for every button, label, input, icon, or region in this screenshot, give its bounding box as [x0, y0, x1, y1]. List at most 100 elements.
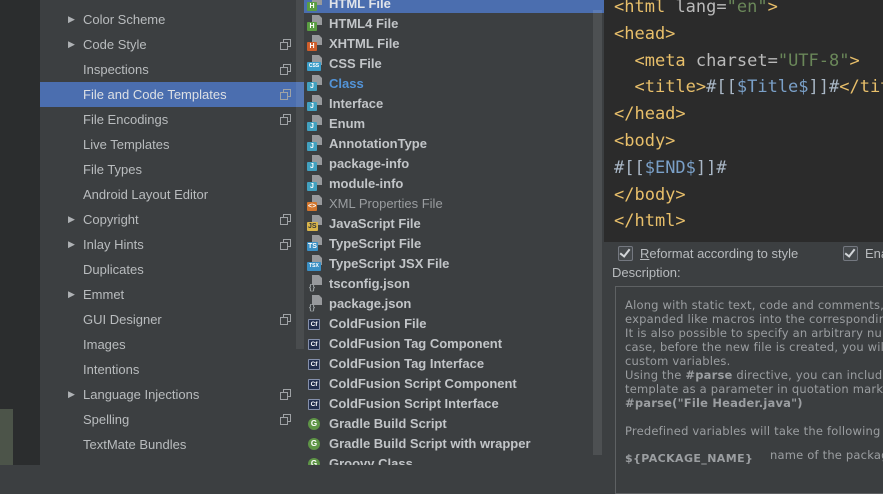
- template-list-item[interactable]: Cf ColdFusion File: [304, 313, 604, 333]
- file-type-badge: J: [307, 122, 317, 131]
- settings-tree-item[interactable]: ▶ Images: [40, 332, 304, 357]
- chevron-right-icon: ▶: [68, 240, 83, 250]
- template-list-item[interactable]: J module-info: [304, 173, 604, 193]
- template-list-item[interactable]: H HTML4 File: [304, 13, 604, 33]
- settings-tree-item-label: Spelling: [83, 412, 280, 427]
- template-list-item[interactable]: H XHTML File: [304, 33, 604, 53]
- settings-tree-item-label: Android Layout Editor: [83, 187, 280, 202]
- file-type-icon: Cf: [307, 355, 323, 371]
- settings-tree-item[interactable]: ▶ File and Code Templates: [40, 82, 304, 107]
- settings-tree-item[interactable]: ▶ Inspections: [40, 57, 304, 82]
- reformat-label: Reformat according to style: [640, 246, 798, 261]
- file-type-badge: J: [307, 82, 317, 91]
- template-name: Interface: [329, 96, 383, 111]
- template-name: HTML File: [329, 0, 391, 11]
- settings-tree-item-label: File and Code Templates: [83, 87, 280, 102]
- template-name: ColdFusion File: [329, 316, 427, 331]
- file-type-badge: Cf: [308, 359, 320, 370]
- template-name: XML Properties File: [329, 196, 443, 211]
- template-list-item[interactable]: J Class: [304, 73, 604, 93]
- variable-description: name of the packag: [770, 448, 883, 462]
- template-list-item[interactable]: Cf ColdFusion Tag Component: [304, 333, 604, 353]
- settings-tree-item[interactable]: ▶ Live Templates: [40, 132, 304, 157]
- template-list-item[interactable]: J Enum: [304, 113, 604, 133]
- template-list-item[interactable]: Cf ColdFusion Script Component: [304, 373, 604, 393]
- template-name: TypeScript JSX File: [329, 256, 449, 271]
- template-name: ColdFusion Script Component: [329, 376, 517, 391]
- settings-tree-item[interactable]: ▶ Inlay Hints: [40, 232, 304, 257]
- settings-tree-item-label: TextMate Bundles: [83, 437, 280, 452]
- settings-tree-item[interactable]: ▶ Duplicates: [40, 257, 304, 282]
- settings-tree-item[interactable]: ▶ GUI Designer: [40, 307, 304, 332]
- reformat-checkbox[interactable]: [618, 246, 633, 261]
- template-list-item[interactable]: JS JavaScript File: [304, 213, 604, 233]
- template-name: JavaScript File: [329, 216, 421, 231]
- chevron-right-icon: ▶: [68, 390, 83, 400]
- template-code-editor[interactable]: <html lang="en"><head> <meta charset="UT…: [604, 0, 883, 242]
- file-type-badge: {}: [307, 283, 317, 292]
- file-type-badge: J: [307, 182, 317, 191]
- template-list-item[interactable]: Cf ColdFusion Tag Interface: [304, 353, 604, 373]
- template-name: HTML4 File: [329, 16, 398, 31]
- template-list-item[interactable]: <> XML Properties File: [304, 193, 604, 213]
- enable-live-templates-option[interactable]: Ena: [843, 246, 883, 261]
- overridden-settings-icon: [280, 314, 291, 325]
- template-list-scrollbar-thumb[interactable]: [593, 10, 602, 455]
- template-list-item[interactable]: J package-info: [304, 153, 604, 173]
- template-name: ColdFusion Script Interface: [329, 396, 499, 411]
- file-type-badge: JS: [307, 222, 318, 231]
- chevron-right-icon: ▶: [68, 15, 83, 25]
- file-type-badge: Cf: [308, 339, 320, 350]
- settings-tree-item[interactable]: ▶ Language Injections: [40, 382, 304, 407]
- template-list-item[interactable]: CSS CSS File: [304, 53, 604, 73]
- settings-tree-item-label: Intentions: [83, 362, 280, 377]
- file-type-badge: <>: [307, 202, 317, 211]
- window-edge-strip: [0, 0, 40, 465]
- settings-tree-item-label: Language Injections: [83, 387, 280, 402]
- enable-live-templates-checkbox[interactable]: [843, 246, 858, 261]
- template-list-item[interactable]: J Interface: [304, 93, 604, 113]
- template-detail-panel: <html lang="en"><head> <meta charset="UT…: [604, 0, 883, 465]
- settings-tree-item[interactable]: ▶ File Types: [40, 157, 304, 182]
- template-list-item[interactable]: J AnnotationType: [304, 133, 604, 153]
- settings-tree-item[interactable]: ▶ Code Style: [40, 32, 304, 57]
- template-name: module-info: [329, 176, 403, 191]
- template-list-item[interactable]: G Groovy Class: [304, 453, 604, 465]
- file-type-icon: G: [307, 435, 323, 451]
- file-type-icon: Cf: [307, 395, 323, 411]
- template-list-item[interactable]: G Gradle Build Script with wrapper: [304, 433, 604, 453]
- template-list-item[interactable]: {} tsconfig.json: [304, 273, 604, 293]
- settings-tree-item[interactable]: ▶ Android Layout Editor: [40, 182, 304, 207]
- settings-tree-item-label: Code Style: [83, 37, 280, 52]
- settings-tree-item[interactable]: ▶ TextMate Bundles: [40, 432, 304, 457]
- template-name: Gradle Build Script with wrapper: [329, 436, 531, 451]
- settings-tree-item[interactable]: ▶ Emmet: [40, 282, 304, 307]
- settings-tree-item[interactable]: ▶ File Encodings: [40, 107, 304, 132]
- file-type-icon: H: [307, 15, 323, 31]
- settings-tree-item[interactable]: ▶ Intentions: [40, 357, 304, 382]
- file-type-icon: <>: [307, 195, 323, 211]
- description-label: Description:: [612, 265, 681, 280]
- file-type-badge: TS: [307, 242, 318, 251]
- template-list-item[interactable]: TSX TypeScript JSX File: [304, 253, 604, 273]
- file-type-icon: G: [307, 415, 323, 431]
- file-type-icon: TSX: [307, 255, 323, 271]
- template-name: TypeScript File: [329, 236, 421, 251]
- file-type-icon: J: [307, 135, 323, 151]
- settings-tree: ▶ Color Scheme ▶ Code Style ▶ Inspection…: [40, 0, 304, 465]
- template-list-item[interactable]: H HTML File: [304, 0, 604, 13]
- template-list-item[interactable]: G Gradle Build Script: [304, 413, 604, 433]
- variable-name: ${PACKAGE_NAME}: [625, 452, 753, 465]
- file-type-icon: G: [307, 455, 323, 465]
- settings-tree-item[interactable]: ▶ Spelling: [40, 407, 304, 432]
- reformat-option[interactable]: Reformat according to style: [618, 246, 798, 261]
- template-list-item[interactable]: Cf ColdFusion Script Interface: [304, 393, 604, 413]
- template-list-item[interactable]: TS TypeScript File: [304, 233, 604, 253]
- file-templates-list: H HTML File H HTML4 File H XHTML File: [304, 0, 604, 465]
- file-type-badge: Cf: [308, 379, 320, 390]
- file-type-badge: G: [308, 418, 320, 430]
- settings-tree-item-label: Live Templates: [83, 137, 280, 152]
- template-list-item[interactable]: {} package.json: [304, 293, 604, 313]
- settings-tree-item[interactable]: ▶ Copyright: [40, 207, 304, 232]
- settings-tree-item[interactable]: ▶ Color Scheme: [40, 7, 304, 32]
